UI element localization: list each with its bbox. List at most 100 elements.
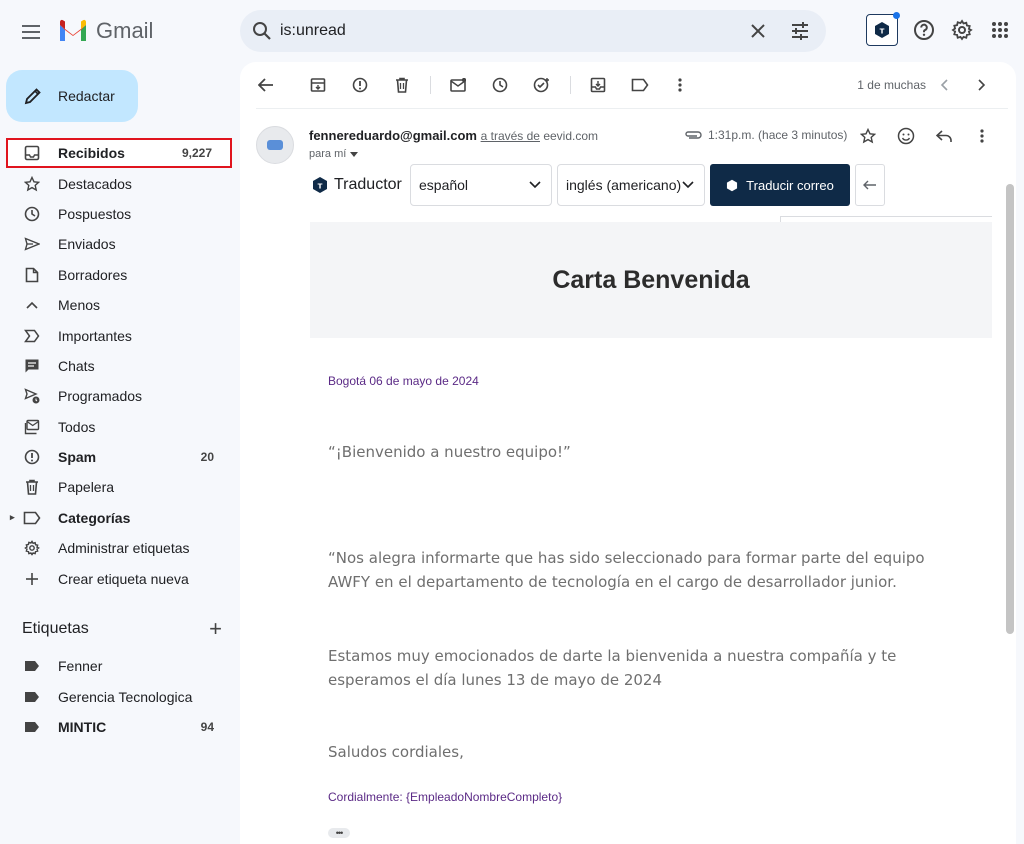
label-filled-icon: [22, 717, 42, 737]
sidebar-item-categorias[interactable]: ▸ Categorías: [0, 503, 232, 533]
trash-icon: [22, 477, 42, 497]
hamburger-icon: [22, 25, 40, 39]
mark-unread-icon[interactable]: [448, 75, 468, 95]
label-count: 94: [200, 719, 214, 734]
sidebar-nav: Recibidos 9,227 Destacados Pospuestos Enviad…: [0, 138, 232, 594]
gear-icon: [22, 538, 42, 558]
sidebar-item-label: Spam: [58, 449, 97, 466]
toolbar-divider: [256, 108, 1008, 109]
expand-caret-icon[interactable]: ▸: [10, 512, 15, 523]
scrollbar[interactable]: [1004, 184, 1016, 634]
label-item-text: Gerencia Tecnologica: [58, 688, 193, 705]
move-to-icon[interactable]: [588, 75, 608, 95]
label-item-gerencia-tecnologica[interactable]: Gerencia Tecnologica: [0, 681, 232, 711]
recipient-line[interactable]: para mí: [309, 148, 359, 160]
sender-avatar[interactable]: [256, 126, 294, 164]
sidebar-item-label: Chats: [58, 357, 95, 374]
archive-icon[interactable]: [308, 75, 328, 95]
sidebar-item-destacados[interactable]: Destacados: [0, 168, 232, 198]
label-outline-icon: [22, 508, 42, 528]
compose-button[interactable]: Redactar: [6, 70, 138, 122]
translator-extension-button[interactable]: T: [866, 12, 900, 46]
via-domain: eevid.com: [543, 129, 599, 143]
sidebar-item-borradores[interactable]: Borradores: [0, 260, 232, 290]
toolbar-divider: [570, 76, 571, 94]
sidebar-item-spam[interactable]: Spam 20: [0, 442, 232, 472]
show-trimmed-content-button[interactable]: •••: [328, 828, 350, 838]
delete-icon[interactable]: [392, 75, 412, 95]
letter-welcome: “¡Bienvenido a nuestro equipo!”: [328, 443, 571, 461]
sidebar-item-administrar-etiquetas[interactable]: Administrar etiquetas: [0, 533, 232, 563]
sidebar-item-pospuestos[interactable]: Pospuestos: [0, 199, 232, 229]
pagination-text: 1 de muchas: [857, 78, 926, 92]
unread-count: 9,227: [181, 146, 212, 161]
report-spam-icon[interactable]: [350, 75, 370, 95]
sidebar-item-crear-etiqueta-nueva[interactable]: Crear etiqueta nueva: [0, 563, 232, 593]
search-bar[interactable]: [240, 10, 826, 52]
app-name: Gmail: [96, 18, 154, 43]
gmail-logo[interactable]: Gmail: [58, 18, 153, 44]
search-options-icon[interactable]: [790, 21, 810, 41]
letter-date: Bogotá 06 de mayo de 2024: [328, 374, 479, 388]
label-item-mintic[interactable]: MINTIC 94: [0, 712, 232, 742]
target-language-select[interactable]: inglés (americano): [557, 164, 705, 206]
clear-search-icon[interactable]: [748, 21, 768, 41]
snooze-clock-icon[interactable]: [490, 75, 510, 95]
inbox-icon: [22, 143, 42, 163]
translator-logo-icon: T: [313, 177, 327, 193]
label-item-text: Fenner: [58, 658, 103, 675]
collapse-translator-button[interactable]: [855, 164, 885, 206]
reply-icon[interactable]: [934, 126, 954, 146]
sidebar-item-papelera[interactable]: Papelera: [0, 472, 232, 502]
settings-gear-icon[interactable]: [950, 18, 974, 42]
letter-paragraph-1-line-1: “Nos alegra informarte que has sido sele…: [328, 549, 925, 567]
sidebar-item-menos[interactable]: Menos: [0, 290, 232, 320]
translator-hexagon-icon: [727, 179, 738, 191]
chat-icon: [22, 356, 42, 376]
source-language-select[interactable]: español: [410, 164, 552, 206]
sidebar-item-label: Borradores: [58, 266, 128, 283]
main-menu-button[interactable]: [16, 16, 48, 48]
labels-header: Etiquetas +: [22, 618, 222, 640]
sidebar-item-label: Categorías: [58, 509, 131, 526]
label-filled-icon: [22, 687, 42, 707]
labels-title: Etiquetas: [22, 620, 89, 637]
sender-email[interactable]: fennereduardo@gmail.com: [309, 128, 477, 143]
sidebar-item-label: Administrar etiquetas: [58, 540, 190, 557]
emoji-reaction-icon[interactable]: [896, 126, 916, 146]
add-to-tasks-icon[interactable]: [532, 75, 552, 95]
older-chevron-icon[interactable]: [972, 75, 992, 95]
scrollbar-thumb[interactable]: [1006, 184, 1014, 634]
back-arrow-icon[interactable]: [256, 75, 276, 95]
search-icon[interactable]: [252, 21, 272, 41]
sidebar-item-enviados[interactable]: Enviados: [0, 229, 232, 259]
sidebar-item-recibidos[interactable]: Recibidos 9,227: [6, 138, 232, 169]
sidebar-item-chats[interactable]: Chats: [0, 351, 232, 381]
label-item-fenner[interactable]: Fenner: [0, 651, 232, 681]
email-toolbar: 1 de muchas: [240, 62, 1016, 108]
letter-signature: Cordialmente: {EmpleadoNombreCompleto}: [328, 790, 563, 804]
toolbar-divider: [430, 76, 431, 94]
more-vert-icon[interactable]: [670, 75, 690, 95]
sidebar-item-todos[interactable]: Todos: [0, 412, 232, 442]
star-icon[interactable]: [858, 126, 878, 146]
sidebar-item-importantes[interactable]: Importantes: [0, 320, 232, 350]
sender-line: fennereduardo@gmail.com a través de eevi…: [309, 128, 598, 143]
sidebar-item-label: Pospuestos: [58, 205, 132, 222]
labels-list: Fenner Gerencia Tecnologica MINTIC 94: [0, 651, 232, 742]
help-icon[interactable]: [912, 18, 936, 42]
attachment-icon: [685, 131, 702, 139]
apps-grid-icon[interactable]: [988, 18, 1012, 42]
sidebar-item-programados[interactable]: Programados: [0, 381, 232, 411]
arrow-left-icon: [863, 180, 876, 190]
via-link[interactable]: a través de: [481, 129, 540, 143]
translate-email-button[interactable]: Traducir correo: [710, 164, 850, 206]
sidebar-item-label: Programados: [58, 388, 143, 405]
letter-title: Carta Benvenida: [552, 265, 750, 294]
more-options-icon[interactable]: [972, 126, 992, 146]
search-input[interactable]: [280, 22, 720, 40]
label-icon[interactable]: [630, 75, 650, 95]
add-label-icon[interactable]: +: [209, 618, 222, 640]
letter-header-banner: Carta Benvenida: [310, 216, 992, 338]
newer-chevron-icon[interactable]: [934, 75, 954, 95]
